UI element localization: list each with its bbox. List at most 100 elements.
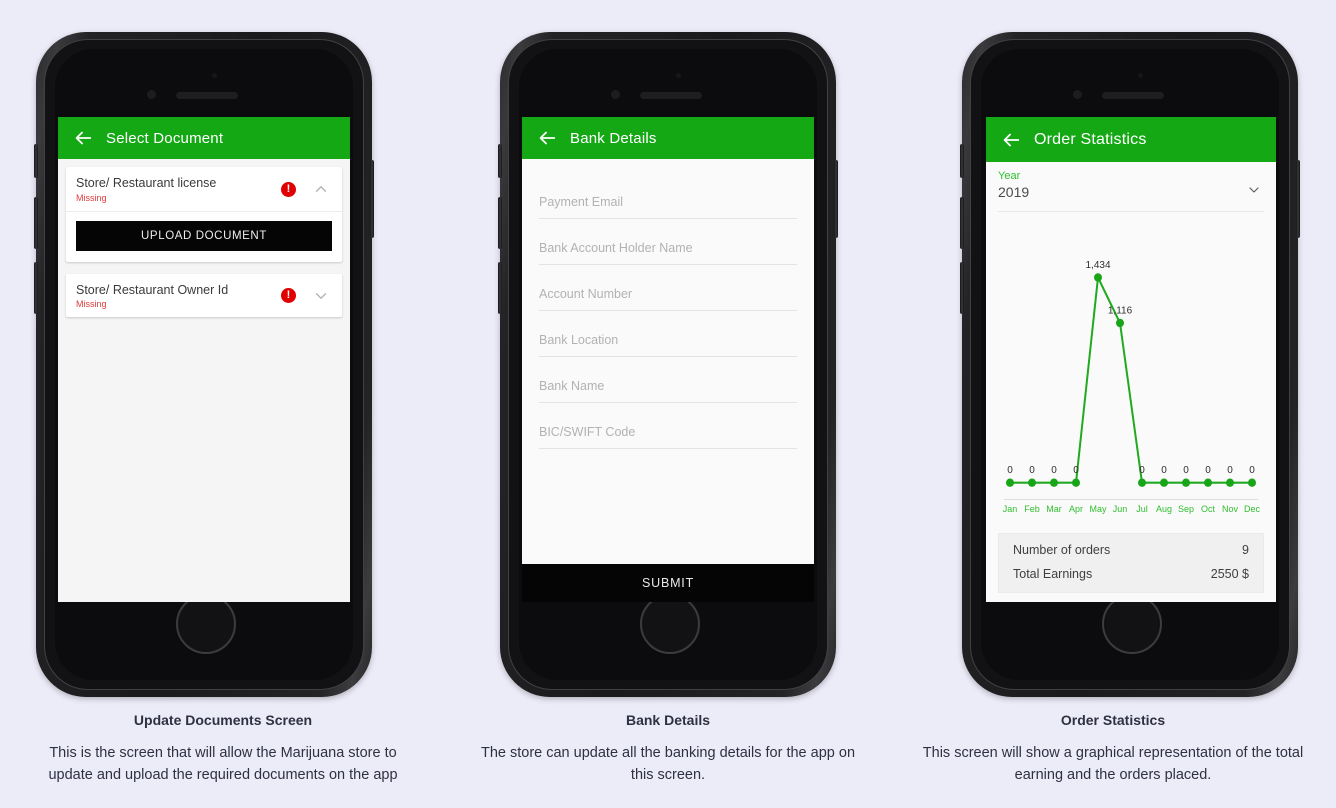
svg-text:0: 0 — [1051, 465, 1057, 476]
summary-label: Total Earnings — [1013, 567, 1093, 581]
bank-name-field[interactable]: Bank Name — [539, 357, 797, 403]
front-camera-icon — [611, 90, 620, 99]
bank-location-field[interactable]: Bank Location — [539, 311, 797, 357]
svg-text:May: May — [1090, 504, 1107, 514]
power-button[interactable] — [1296, 160, 1300, 238]
volume-down-button[interactable] — [34, 262, 38, 314]
summary-row-earnings: Total Earnings 2550 $ — [1013, 562, 1249, 586]
svg-text:0: 0 — [1205, 465, 1211, 476]
year-label: Year — [998, 170, 1021, 182]
field-placeholder: Bank Account Holder Name — [539, 241, 693, 255]
upload-document-button[interactable]: UPLOAD DOCUMENT — [76, 220, 332, 251]
caption-title: Bank Details — [625, 712, 711, 728]
year-dropdown[interactable]: Year 2019 — [998, 162, 1264, 212]
svg-text:Mar: Mar — [1046, 504, 1061, 514]
svg-text:Feb: Feb — [1024, 504, 1039, 514]
silent-switch[interactable] — [34, 144, 38, 178]
caption-title: Order Statistics — [1060, 712, 1166, 728]
svg-text:1,434: 1,434 — [1085, 260, 1110, 271]
volume-up-button[interactable] — [960, 197, 964, 249]
svg-text:Sep: Sep — [1178, 504, 1194, 514]
svg-text:0: 0 — [1161, 465, 1167, 476]
document-title: Store/ Restaurant license — [76, 176, 217, 190]
exclamation-circle-icon: ! — [281, 181, 296, 197]
svg-text:0: 0 — [1183, 465, 1189, 476]
svg-text:Apr: Apr — [1069, 504, 1083, 514]
front-camera-icon — [147, 90, 156, 99]
home-button[interactable] — [640, 594, 700, 654]
document-card-header[interactable]: Store/ Restaurant Owner Id Missing ! — [66, 274, 342, 318]
account-number-field[interactable]: Account Number — [539, 265, 797, 311]
svg-text:Dec: Dec — [1244, 504, 1260, 514]
power-button[interactable] — [834, 160, 838, 238]
phone-mockup-documents: Select Document Store/ Restaurant licens… — [34, 32, 374, 697]
field-placeholder: BIC/SWIFT Code — [539, 425, 636, 439]
account-holder-name-field[interactable]: Bank Account Holder Name — [539, 219, 797, 265]
field-placeholder: Bank Location — [539, 333, 619, 347]
orders-line-chart: 0 0 0 0 1,434 1,116 0 0 0 0 0 0 Jan Feb Mar Apr May Jun Ju… — [998, 212, 1264, 533]
svg-text:1,116: 1,116 — [1108, 305, 1133, 316]
proximity-sensor-icon — [212, 73, 217, 78]
chevron-down-icon[interactable] — [312, 287, 330, 305]
arrow-left-icon[interactable] — [536, 127, 558, 149]
home-button[interactable] — [176, 594, 236, 654]
proximity-sensor-icon — [676, 73, 681, 78]
svg-text:0: 0 — [1227, 465, 1233, 476]
svg-text:Oct: Oct — [1201, 504, 1215, 514]
document-status: Missing — [76, 299, 107, 310]
screen-select-document: Select Document Store/ Restaurant licens… — [58, 117, 350, 602]
front-camera-icon — [1073, 90, 1082, 99]
bank-fields-group: Payment Email Bank Account Holder Name A… — [522, 159, 814, 564]
payment-email-field[interactable]: Payment Email — [539, 173, 797, 219]
proximity-sensor-icon — [1138, 73, 1143, 78]
order-statistics-body: Year 2019 0 0 0 0 1,434 1,116 0 0 0 0 0 0 Jan Feb Mar A… — [986, 162, 1276, 602]
arrow-left-icon[interactable] — [1000, 129, 1022, 151]
svg-text:Aug: Aug — [1156, 504, 1172, 514]
bic-swift-code-field[interactable]: BIC/SWIFT Code — [539, 403, 797, 449]
power-button[interactable] — [370, 160, 374, 238]
document-status: Missing — [76, 192, 107, 203]
home-button[interactable] — [1102, 594, 1162, 654]
svg-text:0: 0 — [1029, 465, 1035, 476]
volume-up-button[interactable] — [498, 197, 502, 249]
phone-mockup-bank-details: Bank Details Payment Email Bank Account … — [498, 32, 838, 697]
svg-text:Jun: Jun — [1113, 504, 1128, 514]
appbar-select-document: Select Document — [58, 117, 350, 159]
summary-value: 2550 $ — [1210, 567, 1249, 581]
svg-text:0: 0 — [1139, 465, 1145, 476]
document-card-header[interactable]: Store/ Restaurant license Missing ! — [66, 167, 342, 211]
caption-documents: Update Documents Screen This is the scre… — [0, 712, 446, 787]
silent-switch[interactable] — [960, 144, 964, 178]
svg-text:0: 0 — [1249, 465, 1255, 476]
chevron-down-icon[interactable] — [1246, 182, 1262, 198]
caption-order-statistics: Order Statistics This screen will show a… — [890, 712, 1336, 787]
document-card-texts: Store/ Restaurant license Missing — [76, 176, 281, 203]
submit-button[interactable]: SUBMIT — [522, 564, 814, 602]
summary-label: Number of orders — [1013, 543, 1111, 557]
document-title: Store/ Restaurant Owner Id — [76, 282, 229, 297]
caption-text: The store can update all the banking det… — [480, 745, 856, 784]
svg-text:Jan: Jan — [1003, 504, 1018, 514]
bank-details-form: Payment Email Bank Account Holder Name A… — [522, 159, 814, 602]
page-title: Order Statistics — [1034, 130, 1147, 148]
volume-down-button[interactable] — [498, 262, 502, 314]
svg-text:Nov: Nov — [1222, 504, 1238, 514]
field-placeholder: Payment Email — [539, 195, 624, 209]
page-title: Bank Details — [570, 129, 657, 147]
caption-bank-details: Bank Details The store can update all th… — [445, 712, 891, 787]
silent-switch[interactable] — [498, 144, 502, 178]
volume-up-button[interactable] — [34, 197, 38, 249]
volume-down-button[interactable] — [960, 262, 964, 314]
chart-canvas: 0 0 0 0 1,434 1,116 0 0 0 0 0 0 Jan Feb Mar Apr May Jun Ju… — [1003, 260, 1261, 514]
screen-bank-details: Bank Details Payment Email Bank Account … — [522, 117, 814, 602]
phone-mockup-order-statistics: Order Statistics Year 2019 0 0 0 0 1,434 1,11… — [960, 32, 1300, 697]
svg-text:0: 0 — [1007, 465, 1013, 476]
earpiece-speaker — [1102, 92, 1164, 99]
arrow-left-icon[interactable] — [72, 127, 94, 149]
svg-text:Jul: Jul — [1136, 504, 1148, 514]
chevron-up-icon[interactable] — [312, 180, 330, 198]
appbar-order-statistics: Order Statistics — [986, 117, 1276, 162]
svg-text:0: 0 — [1073, 465, 1079, 476]
summary-card: Number of orders 9 Total Earnings 2550 $ — [998, 533, 1264, 593]
earpiece-speaker — [640, 92, 702, 99]
